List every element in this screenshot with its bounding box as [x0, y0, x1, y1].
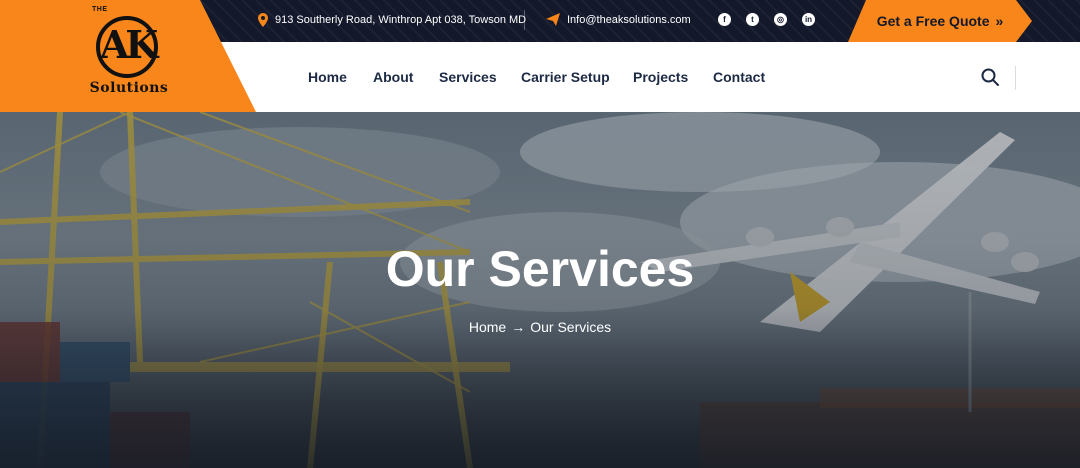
nav-item-carrier-setup[interactable]: Carrier Setup [521, 69, 610, 85]
logo-name: Solutions [89, 80, 169, 96]
free-quote-label: Get a Free Quote [876, 13, 990, 29]
email-link[interactable]: Info@theaksolutions.com [567, 14, 691, 26]
social-links: f t ◎ in [718, 13, 815, 26]
logo-top-text: THE [92, 6, 108, 13]
facebook-icon[interactable]: f [718, 13, 731, 26]
map-pin-icon [258, 13, 268, 27]
send-icon [546, 13, 560, 26]
page-title: Our Services [385, 241, 695, 297]
address-text: 913 Southerly Road, Winthrop Apt 038, To… [275, 14, 527, 26]
nav-item-contact[interactable]: Contact [713, 69, 765, 85]
twitter-icon[interactable]: t [746, 13, 759, 26]
hero-banner: Our Services Home → Our Services [0, 112, 1080, 468]
linkedin-icon[interactable]: in [802, 13, 815, 26]
double-chevron-right-icon: » [995, 13, 1004, 29]
breadcrumb: Home → Our Services [0, 319, 1080, 335]
search-icon[interactable] [980, 67, 1000, 87]
nav-item-projects[interactable]: Projects [633, 69, 688, 85]
arrow-right-icon: → [511, 319, 526, 335]
email-info[interactable]: Info@theaksolutions.com [546, 13, 691, 26]
breadcrumb-current: Our Services [530, 319, 612, 335]
logo-letters: AK [99, 22, 159, 67]
free-quote-button[interactable]: Get a Free Quote » [848, 0, 1032, 42]
nav-item-about[interactable]: About [373, 69, 413, 85]
breadcrumb-home[interactable]: Home [469, 319, 506, 335]
nav-item-home[interactable]: Home [308, 69, 347, 85]
nav-divider [1015, 66, 1016, 90]
logo[interactable]: THE AK Solutions [84, 6, 174, 102]
instagram-icon[interactable]: ◎ [774, 13, 787, 26]
nav-item-services[interactable]: Services [439, 69, 497, 85]
address-info: 913 Southerly Road, Winthrop Apt 038, To… [258, 13, 526, 27]
